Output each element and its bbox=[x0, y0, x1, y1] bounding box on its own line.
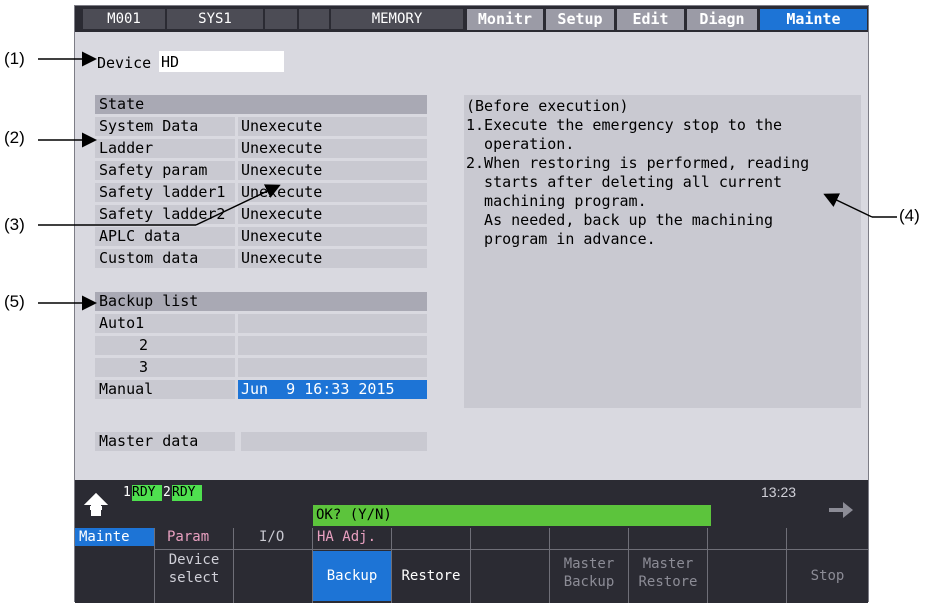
callout-arrows bbox=[38, 51, 897, 311]
callout-4-arrow-diag bbox=[823, 193, 873, 218]
callout-3-arrow-diag bbox=[195, 184, 281, 226]
